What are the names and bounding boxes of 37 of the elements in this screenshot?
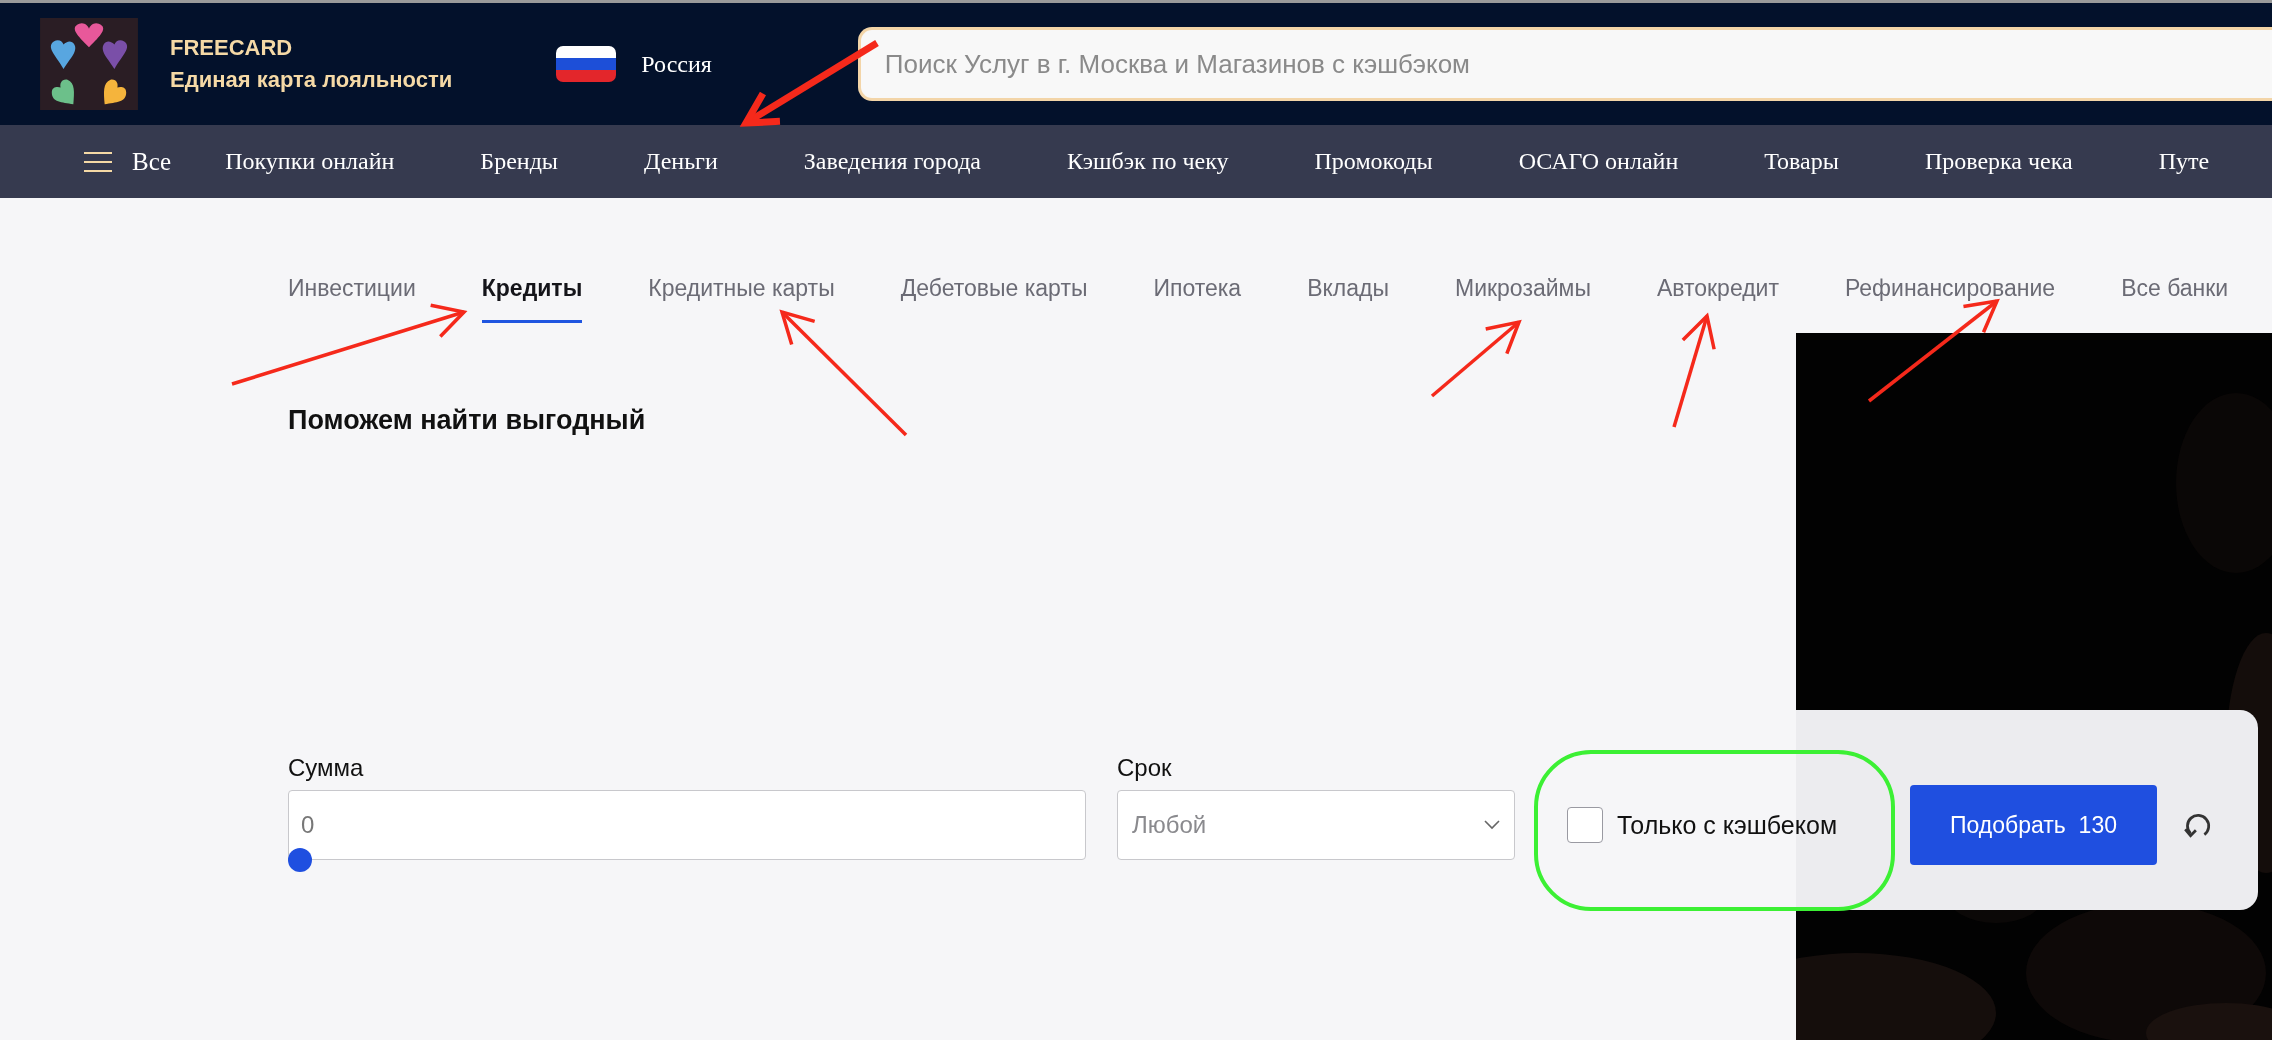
chevron-down-icon [1484, 820, 1500, 830]
nav-link[interactable]: Заведения города [803, 148, 981, 175]
category-tab[interactable]: Дебетовые карты [900, 275, 1088, 323]
nav-link[interactable]: Бренды [480, 148, 558, 175]
amount-field[interactable]: 0 [288, 790, 1086, 860]
category-tab[interactable]: Ипотека [1153, 275, 1242, 323]
region-link[interactable]: Россия [641, 50, 712, 78]
hearts-logo-icon [40, 18, 138, 110]
brand-tagline: Единая карта лояльности [170, 67, 453, 93]
nav-link[interactable]: Путе [2158, 148, 2210, 175]
checkbox[interactable] [1567, 807, 1603, 843]
nav-link[interactable]: Товары [1764, 148, 1839, 175]
submit-button[interactable]: Подобрать 130 [1910, 785, 2157, 865]
menu-icon [84, 151, 112, 172]
category-tab[interactable]: Автокредит [1656, 275, 1779, 323]
nav-link[interactable]: ОСАГО онлайн [1518, 148, 1679, 175]
all-menu-button[interactable]: Все [84, 147, 172, 176]
brand-name: FREECARD [170, 35, 294, 61]
category-tab[interactable]: Вклады [1307, 275, 1389, 323]
cashback-only-label: Только с кэшбеком [1617, 810, 1838, 840]
category-tab[interactable]: Кредитные карты [648, 275, 835, 323]
nav-link[interactable]: Проверка чека [1924, 148, 2073, 175]
category-tab[interactable]: Инвестиции [288, 275, 416, 323]
slider-handle[interactable] [288, 848, 312, 872]
category-tab[interactable]: Кредиты [481, 275, 583, 323]
category-tab[interactable]: Микрозаймы [1455, 275, 1591, 323]
flag-icon[interactable] [556, 46, 617, 82]
nav-link[interactable]: Деньги [644, 148, 718, 175]
category-tab[interactable]: Рефинансирование [1845, 275, 2056, 323]
nav-link[interactable]: Промокоды [1314, 148, 1433, 175]
search-field[interactable]: Поиск Услуг в г. Москва и Магазинов с кэшбэком [857, 27, 2272, 101]
term-label: Срок [1117, 754, 1173, 782]
nav-link[interactable]: Покупки онлайн [225, 148, 395, 175]
category-tab[interactable]: Все банки [2121, 275, 2229, 323]
amount-label: Сумма [288, 754, 365, 782]
section-heading: Поможем найти выгодный [288, 405, 647, 436]
nav-link[interactable]: Кэшбэк по чеку [1067, 148, 1229, 175]
